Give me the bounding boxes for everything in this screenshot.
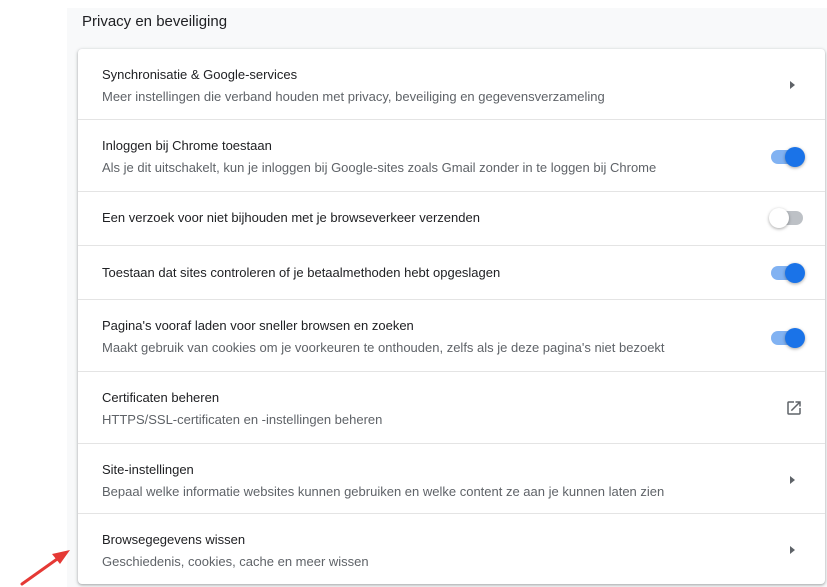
row-description: Meer instellingen die verband houden met…	[102, 89, 605, 104]
row-label: Toestaan dat sites controleren of je bet…	[102, 265, 501, 280]
row-payment-methods-check[interactable]: Toestaan dat sites controleren of je bet…	[78, 245, 825, 299]
row-description: Maakt gebruik van cookies om je voorkeur…	[102, 340, 665, 355]
row-label: Inloggen bij Chrome toestaan	[102, 138, 272, 153]
row-allow-chrome-signin[interactable]: Inloggen bij Chrome toestaan Als je dit …	[78, 119, 825, 191]
row-description: Bepaal welke informatie websites kunnen …	[102, 484, 665, 499]
row-label: Een verzoek voor niet bijhouden met je b…	[102, 210, 480, 225]
red-pointer-arrow-icon	[20, 550, 70, 586]
row-label: Site-instellingen	[102, 462, 194, 477]
row-manage-certificates[interactable]: Certificaten beheren HTTPS/SSL-certifica…	[78, 371, 825, 443]
do-not-track-toggle[interactable]	[769, 208, 805, 228]
row-sync-google-services[interactable]: Synchronisatie & Google-services Meer in…	[78, 49, 825, 119]
chevron-right-icon[interactable]	[790, 546, 795, 554]
row-description: HTTPS/SSL-certificaten en -instellingen …	[102, 412, 383, 427]
row-label: Synchronisatie & Google-services	[102, 67, 298, 82]
row-do-not-track[interactable]: Een verzoek voor niet bijhouden met je b…	[78, 191, 825, 245]
payment-methods-toggle[interactable]	[771, 263, 805, 283]
row-preload-pages[interactable]: Pagina's vooraf laden voor sneller brows…	[78, 299, 825, 371]
row-site-settings[interactable]: Site-instellingen Bepaal welke informati…	[78, 443, 825, 513]
row-label: Browsegegevens wissen	[102, 532, 246, 547]
row-clear-browsing-data[interactable]: Browsegegevens wissen Geschiedenis, cook…	[78, 513, 825, 584]
toggle-knob	[769, 208, 789, 228]
row-label: Pagina's vooraf laden voor sneller brows…	[102, 318, 414, 333]
toggle-knob	[785, 147, 805, 167]
section-title: Privacy en beveiliging	[82, 13, 228, 30]
chevron-right-icon[interactable]	[790, 81, 795, 89]
allow-signin-toggle[interactable]	[771, 147, 805, 167]
open-in-new-icon[interactable]	[785, 399, 803, 417]
row-label: Certificaten beheren	[102, 390, 220, 405]
toggle-knob	[785, 328, 805, 348]
row-description: Als je dit uitschakelt, kun je inloggen …	[102, 160, 657, 175]
toggle-knob	[785, 263, 805, 283]
row-description: Geschiedenis, cookies, cache en meer wis…	[102, 554, 369, 569]
preload-pages-toggle[interactable]	[771, 328, 805, 348]
privacy-settings-card: Synchronisatie & Google-services Meer in…	[78, 49, 825, 584]
chevron-right-icon[interactable]	[790, 476, 795, 484]
